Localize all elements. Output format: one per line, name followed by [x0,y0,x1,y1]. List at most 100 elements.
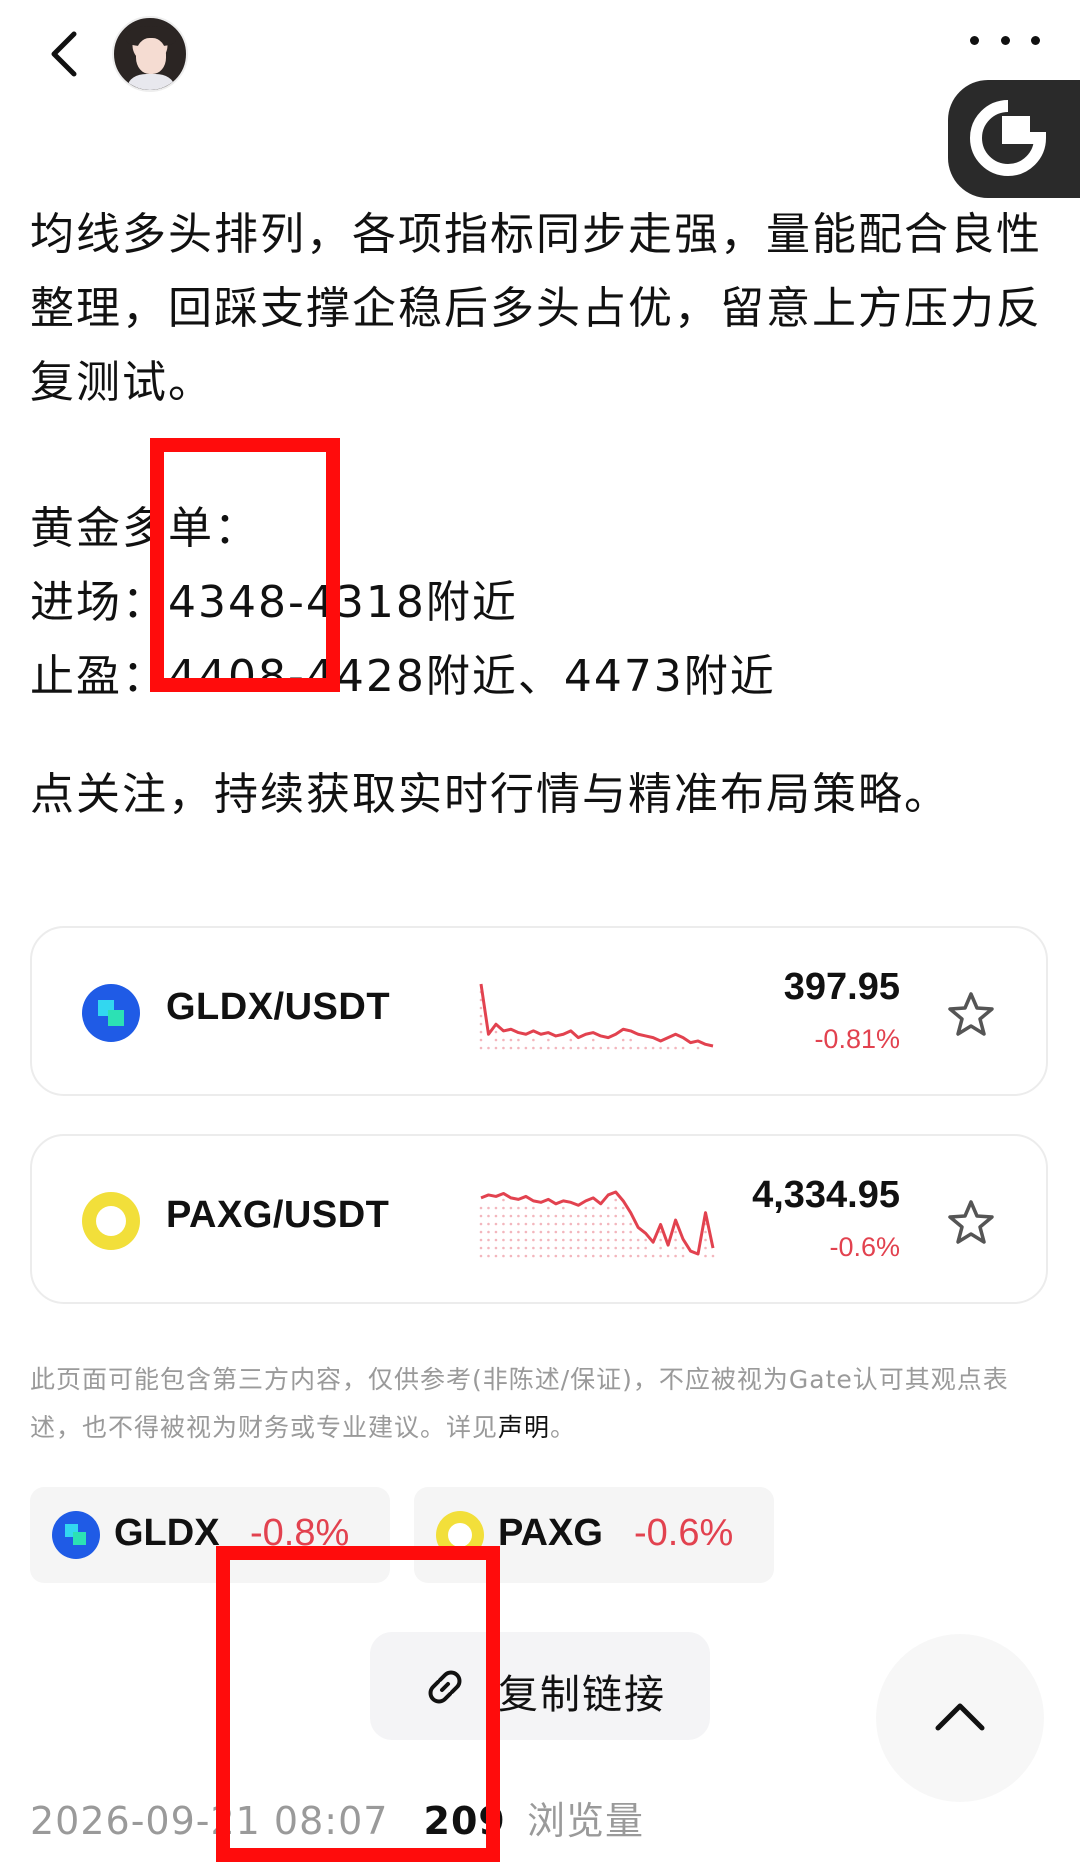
pair-name: PAXG/USDT [166,1194,390,1236]
gate-logo-icon [970,100,1047,176]
sparkline-fill-dot [509,1238,513,1242]
sparkline-fill-dot [502,1214,505,1218]
sparkline-fill-dot [517,1238,520,1242]
sparkline-fill-dot [644,1246,647,1250]
sparkline-fill-dot [494,1030,498,1034]
sparkline-fill-dot [629,1038,632,1042]
sparkline-fill-dot [494,1222,498,1226]
market-card-paxg[interactable]: PAXG/USDT 4,334.95 -0.6% [30,1134,1048,1304]
sparkline-fill-dot [509,1206,513,1210]
sparkline-fill-dot [591,1038,595,1042]
sparkline-fill-dot [524,1214,528,1218]
sparkline-fill-dot [547,1238,550,1242]
sparkline-fill-dot [517,1038,520,1042]
sparkline-fill-dot [554,1214,558,1218]
sparkline-fill-dot [636,1046,640,1050]
sparkline-fill-dot [651,1046,655,1050]
sparkline-fill-dot [562,1206,565,1210]
sparkline-fill-dot [524,1238,528,1242]
gate-floating-button[interactable] [948,80,1080,198]
favorite-star-icon[interactable] [946,990,996,1040]
sparkline-fill-dot [479,1030,483,1034]
sparkline-fill-dot [502,1198,505,1202]
sparkline-fill-dot [562,1238,565,1242]
paxg-coin-icon [82,1192,140,1250]
sparkline-fill-dot [681,1246,685,1250]
sparkline-fill-dot [584,1046,588,1050]
price-change: -0.6% [829,1232,900,1262]
tag-name: PAXG [498,1512,603,1554]
market-card-gldx[interactable]: GLDX/USDT 397.95 -0.81% [30,926,1048,1096]
sparkline-fill-dot [524,1230,528,1234]
sparkline-fill-dot [479,1022,483,1026]
sparkline-fill-dot [502,1230,505,1234]
sparkline-fill-dot [621,1038,625,1042]
sparkline-fill-dot [509,1214,513,1218]
sparkline-fill-dot [629,1046,632,1050]
sparkline-fill-dot [599,1214,603,1218]
author-avatar[interactable] [112,16,188,92]
sparkline-fill-dot [479,1006,483,1010]
sparkline-fill-dot [666,1046,670,1050]
disclaimer-link[interactable]: 声明 [498,1413,550,1442]
sparkline-fill-dot [517,1254,520,1258]
sparkline-fill-dot [659,1246,662,1250]
sparkline-fill-dot [606,1246,610,1250]
sparkline-fill-dot [524,1246,528,1250]
sparkline-fill-dot [569,1222,573,1226]
favorite-star-icon[interactable] [946,1198,996,1248]
sparkline-fill-dot [554,1222,558,1226]
sparkline-fill-dot [599,1046,603,1050]
sparkline-fill-dot [532,1230,535,1234]
sparkline-fill-dot [547,1046,550,1050]
sparkline-fill-dot [614,1222,618,1226]
sparkline-fill-dot [539,1214,543,1218]
sparkline-line [479,983,714,1048]
sparkline-fill-dot [606,1230,610,1234]
sparkline-fill-dot [711,1254,715,1258]
scroll-to-top-button[interactable] [876,1634,1044,1802]
sparkline-fill-dot [591,1230,595,1234]
sparkline-fill-dot [621,1206,625,1210]
sparkline-fill-dot [487,1246,490,1250]
sparkline-fill-dot [547,1214,550,1218]
sparkline-fill-dot [704,1254,707,1258]
sparkline-fill-dot [524,1254,528,1258]
sparkline-fill-dot [569,1254,573,1258]
sparkline-fill-dot [547,1246,550,1250]
sparkline-fill-dot [576,1214,580,1218]
sparkline-fill-dot [591,1046,595,1050]
sparkline-fill-dot [636,1246,640,1250]
annotation-box [150,438,340,692]
sparkline-fill-dot [494,1206,498,1210]
sparkline-fill-dot [606,1046,610,1050]
sparkline-fill-dot [606,1238,610,1242]
sparkline-fill-dot [494,1254,498,1258]
sparkline-fill-dot [606,1214,610,1218]
back-button[interactable] [44,26,84,82]
sparkline-fill-dot [562,1246,565,1250]
sparkline-fill-dot [644,1046,647,1050]
sparkline-fill-dot [509,1046,513,1050]
sparkline-fill-dot [614,1206,618,1210]
sparkline-fill-dot [554,1230,558,1234]
sparkline-fill-dot [569,1230,573,1234]
sparkline-fill-dot [539,1238,543,1242]
analysis-paragraph: 均线多头排列，各项指标同步走强，量能配合良性整理，回踩支撑企稳后多头占优，留意上… [30,209,1042,408]
sparkline-fill-dot [494,1214,498,1218]
more-button[interactable] [970,30,1040,50]
sparkline-fill-dot [502,1222,505,1226]
sparkline-fill-dot [599,1246,603,1250]
sparkline-fill-dot [494,1046,498,1050]
sparkline-fill-dot [576,1246,580,1250]
sparkline-fill-dot [509,1038,513,1042]
sparkline-fill-dot [517,1246,520,1250]
sparkline-fill-dot [599,1238,603,1242]
price: 397.95 [783,966,900,1008]
sparkline-fill-dot [636,1254,640,1258]
sparkline-fill-dot [539,1246,543,1250]
sparkline-fill-dot [606,1254,610,1258]
sparkline-fill-dot [547,1230,550,1234]
sparkline-fill-dot [502,1038,505,1042]
sparkline-fill-dot [629,1254,632,1258]
